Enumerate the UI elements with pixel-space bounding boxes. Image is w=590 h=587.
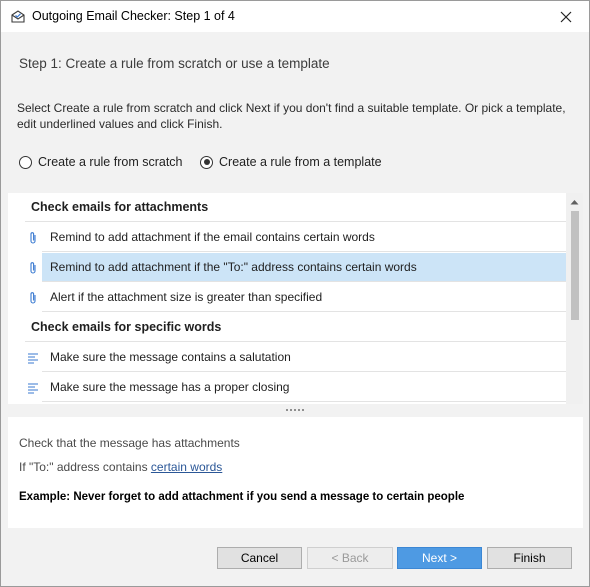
group-header-specific-words: Check emails for specific words: [25, 313, 567, 342]
close-icon: [560, 11, 572, 22]
scrollbar-thumb[interactable]: [571, 211, 579, 320]
radio-button-checked[interactable]: [200, 155, 213, 169]
text-lines-icon: [28, 383, 38, 394]
cancel-button[interactable]: Cancel: [217, 547, 302, 569]
window-title: Outgoing Email Checker: Step 1 of 4: [32, 9, 235, 23]
next-button[interactable]: Next >: [397, 547, 482, 569]
group-header-attachments: Check emails for attachments: [25, 193, 567, 222]
template-item[interactable]: Remind to add attachment if the email co…: [42, 223, 567, 252]
close-button[interactable]: [543, 1, 589, 32]
certain-words-link[interactable]: certain words: [151, 460, 222, 474]
paperclip-icon: [30, 292, 36, 304]
rule-example-text: Example: Never forget to add attachment …: [19, 491, 465, 503]
paperclip-icon: [30, 262, 36, 274]
template-list[interactable]: Check emails for attachments Remind to a…: [8, 193, 583, 404]
grip-dots-icon: [286, 409, 304, 411]
vertical-scrollbar[interactable]: [566, 193, 583, 404]
radio-create-from-template[interactable]: Create a rule from a template: [200, 155, 382, 169]
envelope-check-icon: [11, 10, 25, 23]
title-bar: Outgoing Email Checker: Step 1 of 4: [1, 1, 589, 32]
template-item-selected[interactable]: Remind to add attachment if the "To:" ad…: [42, 253, 567, 282]
radio-label: Create a rule from scratch: [38, 155, 183, 169]
dialog-window: Outgoing Email Checker: Step 1 of 4 Step…: [0, 0, 590, 587]
instructions-text: Select Create a rule from scratch and cl…: [17, 101, 566, 131]
back-button[interactable]: < Back: [307, 547, 393, 569]
paperclip-icon: [30, 232, 36, 244]
radio-button[interactable]: [19, 155, 32, 169]
radio-label: Create a rule from a template: [219, 155, 382, 169]
template-item[interactable]: Make sure the message has a proper closi…: [42, 373, 567, 402]
template-item[interactable]: Alert if the attachment size is greater …: [42, 283, 567, 312]
text-lines-icon: [28, 353, 38, 364]
step-heading: Step 1: Create a rule from scratch or us…: [19, 56, 330, 71]
rule-condition-text: Check that the message has attachments: [19, 436, 240, 450]
rule-description-panel: Check that the message has attachments I…: [8, 417, 583, 528]
rule-condition-prefix: If "To:" address contains: [19, 460, 151, 474]
panel-splitter[interactable]: [1, 406, 589, 414]
finish-button[interactable]: Finish: [487, 547, 572, 569]
rule-condition-text: If "To:" address contains certain words: [19, 460, 222, 474]
radio-create-from-scratch[interactable]: Create a rule from scratch: [19, 155, 183, 169]
template-item[interactable]: Make sure the message contains a salutat…: [42, 343, 567, 372]
scroll-up-arrow-icon[interactable]: [570, 199, 579, 205]
